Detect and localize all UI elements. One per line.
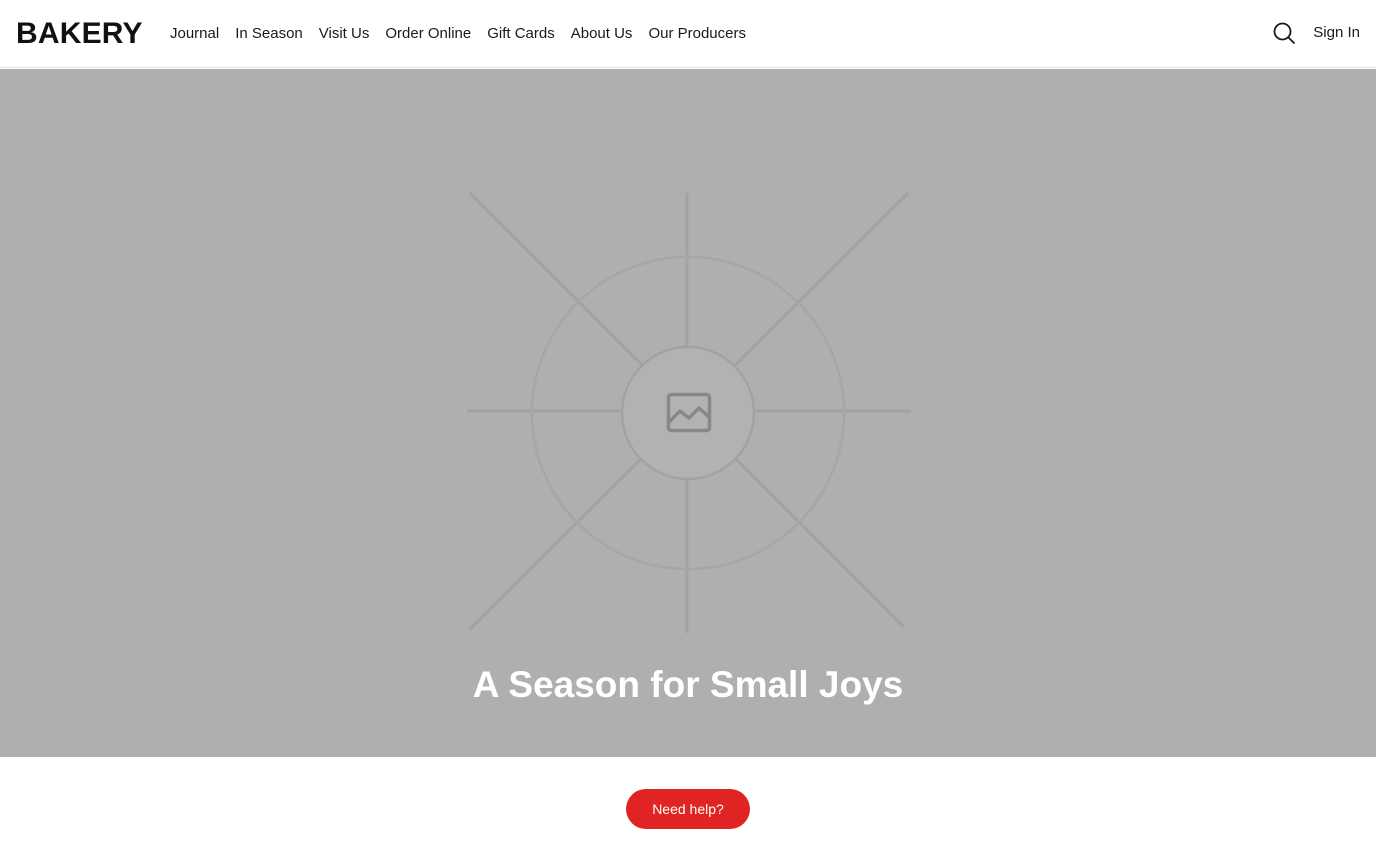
nav-item-visit-us[interactable]: Visit Us <box>311 22 378 46</box>
site-logo[interactable]: BAKERY <box>16 15 143 53</box>
nav-item-about-us[interactable]: About Us <box>563 22 641 46</box>
search-icon[interactable] <box>1271 20 1297 46</box>
site-header: BAKERY Journal In Season Visit Us Order … <box>0 0 1376 68</box>
need-help-button[interactable]: Need help? <box>626 789 750 829</box>
main-nav: Journal In Season Visit Us Order Online … <box>162 22 754 46</box>
hero-banner: A Season for Small Joys <box>0 69 1376 757</box>
nav-item-our-producers[interactable]: Our Producers <box>640 22 754 46</box>
placeholder-inner-circle <box>620 345 756 481</box>
nav-item-gift-cards[interactable]: Gift Cards <box>479 22 563 46</box>
nav-item-journal[interactable]: Journal <box>162 22 227 46</box>
hero-title: A Season for Small Joys <box>472 664 904 705</box>
header-actions: Sign In <box>1271 20 1360 46</box>
nav-item-in-season[interactable]: In Season <box>227 22 311 46</box>
hero-image-placeholder <box>467 191 911 633</box>
sign-in-link[interactable]: Sign In <box>1313 20 1360 46</box>
nav-item-order-online[interactable]: Order Online <box>377 22 479 46</box>
